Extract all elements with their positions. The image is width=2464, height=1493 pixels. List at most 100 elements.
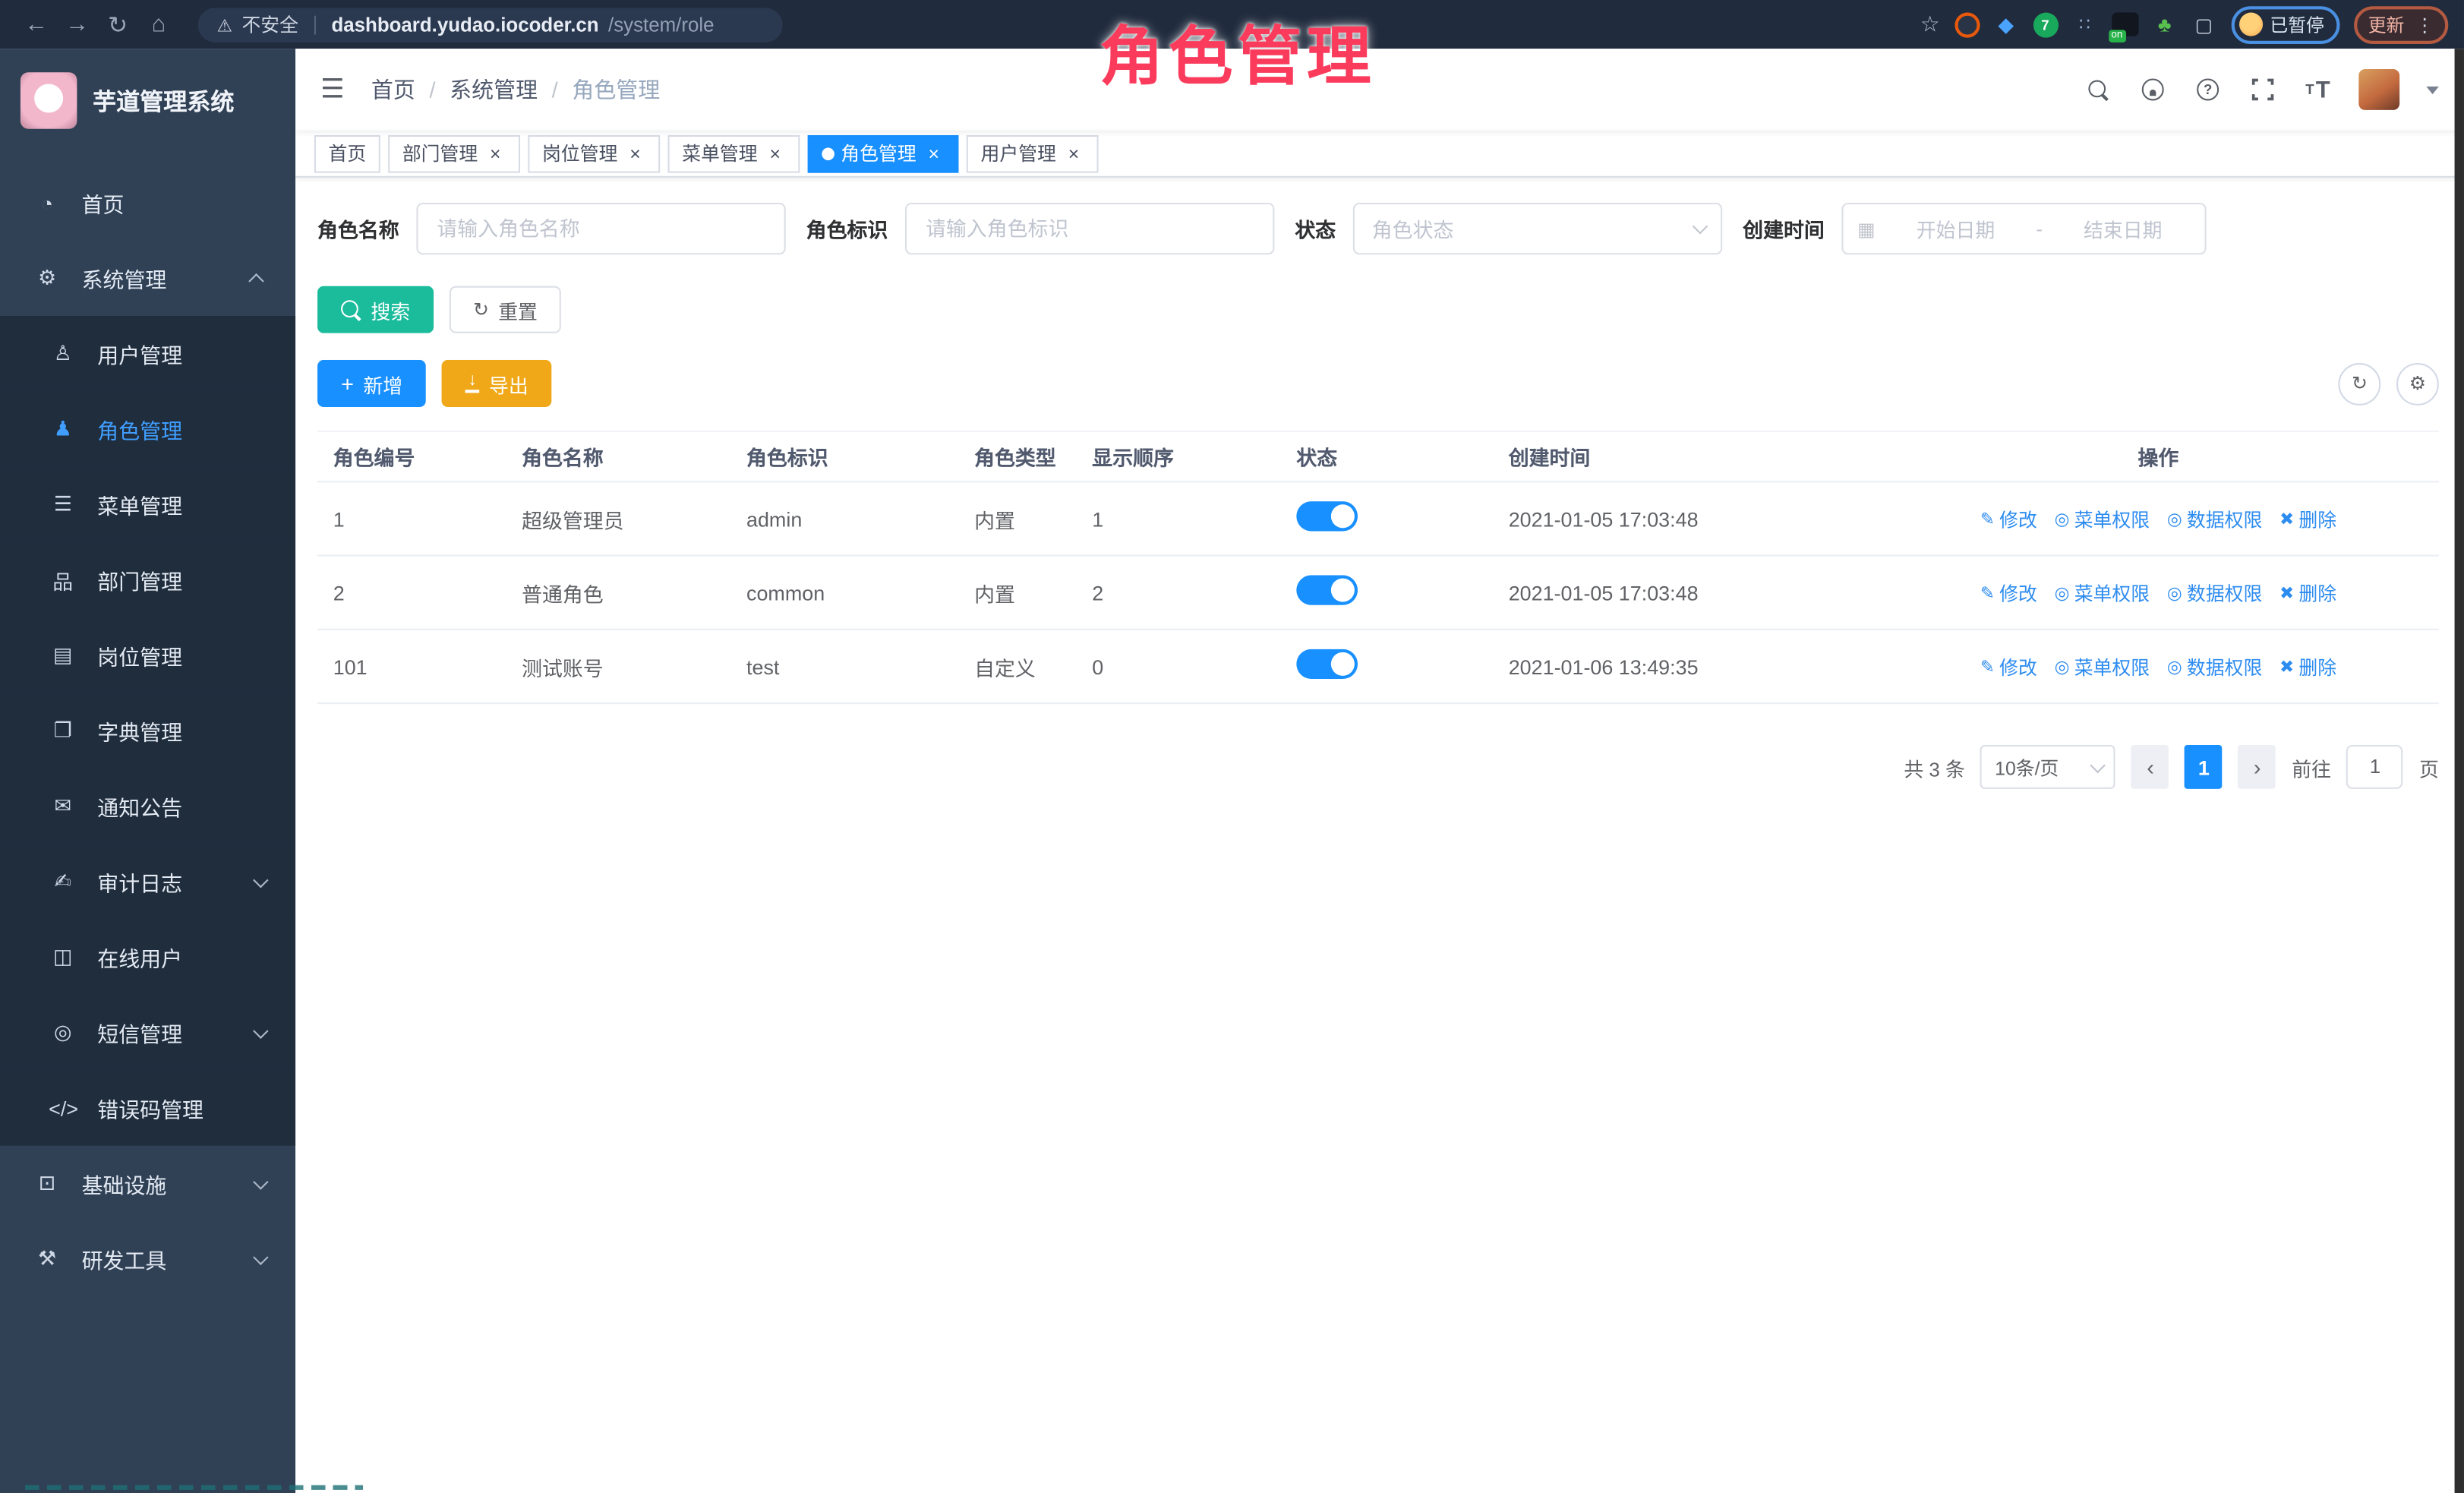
extension-gem-icon[interactable]	[1993, 12, 2018, 37]
sidebar-item-dict-management[interactable]: ❐ 字典管理	[0, 693, 295, 769]
sidebar-item-user-management[interactable]: ♙ 用户管理	[0, 316, 295, 391]
active-dot-icon	[822, 147, 834, 159]
create-time-label: 创建时间	[1743, 213, 1825, 243]
status-select[interactable]: 角色状态	[1353, 203, 1722, 254]
role-key-label: 角色标识	[806, 213, 888, 243]
security-label: 不安全	[241, 11, 298, 37]
close-icon[interactable]	[923, 142, 945, 164]
row-action-link[interactable]: ◎ 数据权限	[2167, 505, 2262, 532]
export-button[interactable]: 导出	[442, 360, 552, 407]
row-action-link[interactable]: ◎ 菜单权限	[2055, 653, 2150, 680]
close-icon[interactable]	[624, 142, 646, 164]
fullscreen-icon[interactable]	[2248, 75, 2276, 103]
search-icon	[341, 299, 361, 320]
browser-back-icon[interactable]	[16, 11, 57, 37]
row-action-link[interactable]: ◎ 数据权限	[2167, 579, 2262, 606]
avatar-caret-icon[interactable]	[2426, 86, 2439, 93]
breadcrumb-separator	[429, 77, 435, 102]
goto-page-input[interactable]	[2347, 745, 2404, 789]
bookmark-star-icon[interactable]	[1920, 10, 1940, 38]
row-action-link[interactable]: ✖ 删除	[2279, 579, 2336, 606]
sidebar-item-infrastructure[interactable]: ⊡ 基础设施	[0, 1146, 295, 1221]
add-button[interactable]: 新增	[317, 360, 426, 407]
next-page-button[interactable]	[2238, 745, 2276, 789]
tab-role-management[interactable]: 角色管理	[808, 134, 959, 172]
close-icon[interactable]	[764, 142, 786, 164]
row-action-link[interactable]: ✖ 删除	[2279, 653, 2336, 680]
page-1-button[interactable]: 1	[2185, 745, 2223, 789]
row-action-link[interactable]: ✎ 修改	[1980, 653, 2037, 680]
role-id-cell: 101	[317, 655, 506, 678]
sidebar-item-role-management[interactable]: ♟ 角色管理	[0, 391, 295, 466]
close-icon[interactable]	[484, 142, 506, 164]
sidebar-item-dept-management[interactable]: 品 部门管理	[0, 542, 295, 617]
extensions-puzzle-icon[interactable]	[2191, 12, 2216, 37]
sidebar-item-post-management[interactable]: ▤ 岗位管理	[0, 617, 295, 693]
extension-dots-icon[interactable]	[2072, 12, 2097, 37]
close-icon[interactable]	[1062, 142, 1084, 164]
status-toggle[interactable]	[1296, 501, 1358, 531]
question-help-icon[interactable]	[2194, 75, 2222, 103]
row-action-link[interactable]: ✎ 修改	[1980, 505, 2037, 532]
row-action-link[interactable]: ◎ 菜单权限	[2055, 579, 2150, 606]
status-toggle[interactable]	[1296, 575, 1358, 604]
tab-menu-management[interactable]: 菜单管理	[668, 134, 800, 172]
sidebar-item-dev-tools[interactable]: ⚒ 研发工具	[0, 1221, 295, 1296]
text-size-icon[interactable]	[2304, 75, 2332, 103]
tab-post-management[interactable]: 岗位管理	[528, 134, 660, 172]
date-range-picker[interactable]: 开始日期 - 结束日期	[1842, 203, 2207, 254]
delete-icon: ✖	[2279, 656, 2294, 677]
chevron-icon	[253, 1022, 268, 1037]
sidebar-item-error-code-management[interactable]: </> 错误码管理	[0, 1070, 295, 1145]
role-name-input[interactable]	[416, 203, 785, 254]
breadcrumb-home[interactable]: 首页	[371, 74, 415, 105]
sidebar-item-menu-management[interactable]: ☰ 菜单管理	[0, 467, 295, 542]
tab-label: 菜单管理	[682, 140, 757, 166]
sidebar-item-sms-management[interactable]: ◎ 短信管理	[0, 995, 295, 1070]
extension-orange-icon[interactable]	[1954, 12, 1979, 37]
prev-page-button[interactable]	[2131, 745, 2169, 789]
tab-home[interactable]: 首页	[314, 134, 380, 172]
browser-menu-kebab-icon[interactable]	[2415, 10, 2434, 38]
col-actions: 操作	[1862, 442, 2439, 472]
hamburger-icon[interactable]	[320, 74, 345, 105]
browser-forward-icon[interactable]	[57, 11, 98, 37]
browser-home-icon[interactable]	[138, 11, 179, 37]
sidebar-logo-row[interactable]: 芋道管理系统	[0, 49, 295, 153]
tab-label: 岗位管理	[542, 140, 617, 166]
role-key-input[interactable]	[905, 203, 1274, 254]
browser-update-button[interactable]: 更新	[2354, 5, 2448, 43]
browser-reload-icon[interactable]	[97, 10, 138, 38]
user-avatar[interactable]	[2358, 69, 2399, 110]
sidebar-item-online-users[interactable]: ◫ 在线用户	[0, 920, 295, 995]
sidebar-item-system-management[interactable]: ⚙ 系统管理	[0, 241, 295, 316]
home-icon: ◔	[33, 191, 61, 214]
row-action-link[interactable]: ✖ 删除	[2279, 505, 2336, 532]
status-toggle[interactable]	[1296, 649, 1358, 679]
sidebar-item-notice[interactable]: ✉ 通知公告	[0, 769, 295, 844]
column-settings-button[interactable]	[2396, 362, 2439, 405]
sidebar-item-home[interactable]: ◔ 首页	[0, 165, 295, 240]
delete-icon: ✖	[2279, 582, 2294, 603]
search-icon[interactable]	[2084, 75, 2112, 103]
sidebar-item-audit-log[interactable]: ✍ 审计日志	[0, 844, 295, 919]
tab-label: 首页	[329, 140, 367, 166]
breadcrumb-system[interactable]: 系统管理	[450, 74, 538, 105]
search-button[interactable]: 搜索	[317, 286, 434, 333]
window-scrollbar[interactable]	[2455, 49, 2464, 1493]
extension-dark-icon[interactable]: on	[2111, 13, 2137, 36]
github-icon[interactable]	[2139, 75, 2167, 103]
tab-user-management[interactable]: 用户管理	[967, 134, 1099, 172]
refresh-table-button[interactable]	[2338, 362, 2380, 405]
address-bar[interactable]: 不安全 dashboard.yudao.iocoder.cn /system/r…	[198, 7, 783, 42]
tab-dept-management[interactable]: 部门管理	[388, 134, 520, 172]
page-size-select[interactable]: 10条/页	[1981, 745, 2116, 789]
reset-button[interactable]: 重置	[450, 286, 561, 333]
row-action-link[interactable]: ✎ 修改	[1980, 579, 2037, 606]
extension-sprout-icon[interactable]	[2152, 12, 2177, 37]
monitor-icon: ⊡	[33, 1171, 61, 1196]
row-action-link[interactable]: ◎ 菜单权限	[2055, 505, 2150, 532]
extension-seven-icon[interactable]: 7	[2033, 12, 2058, 37]
profile-paused-pill[interactable]: 已暂停	[2231, 5, 2340, 43]
row-action-link[interactable]: ◎ 数据权限	[2167, 653, 2262, 680]
